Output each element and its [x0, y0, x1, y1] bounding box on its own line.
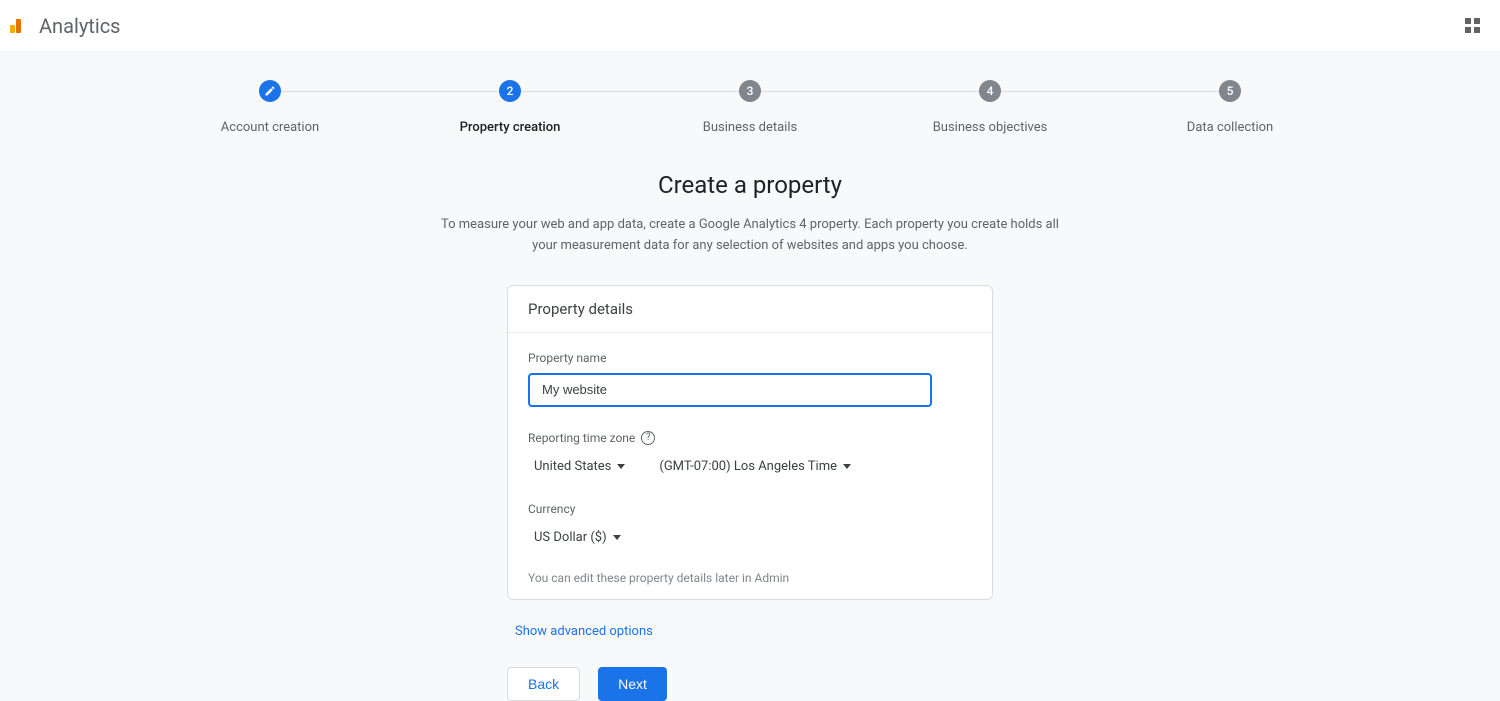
step-data-collection[interactable]: 5 Data collection	[1110, 80, 1350, 135]
show-advanced-options-link[interactable]: Show advanced options	[507, 618, 661, 645]
card-header: Property details	[508, 286, 992, 333]
timezone-row: United States (GMT-07:00) Los Angeles Ti…	[528, 455, 972, 478]
analytics-logo-icon	[10, 19, 21, 33]
step-business-details[interactable]: 3 Business details	[630, 80, 870, 135]
page-description: To measure your web and app data, create…	[430, 215, 1070, 257]
back-button[interactable]: Back	[507, 667, 580, 701]
card-hint: You can edit these property details late…	[528, 571, 972, 585]
apps-grid-icon[interactable]	[1465, 18, 1480, 33]
currency-row: US Dollar ($)	[528, 526, 972, 549]
main-content: Create a property To measure your web an…	[0, 135, 1500, 701]
page-title: Create a property	[0, 171, 1500, 199]
step-label: Property creation	[460, 120, 561, 135]
currency-value: US Dollar ($)	[534, 530, 607, 545]
step-label: Business objectives	[933, 120, 1048, 135]
step-label: Data collection	[1187, 120, 1273, 135]
step-label: Account creation	[221, 120, 319, 135]
app-header: Analytics	[0, 0, 1500, 52]
step-circle-pending: 5	[1219, 80, 1241, 102]
property-details-card: Property details Property name Reporting…	[507, 285, 993, 600]
step-business-objectives[interactable]: 4 Business objectives	[870, 80, 1110, 135]
timezone-country-dropdown[interactable]: United States	[528, 455, 631, 478]
header-left: Analytics	[8, 14, 121, 38]
currency-label: Currency	[528, 502, 972, 516]
property-name-label: Property name	[528, 351, 972, 365]
advanced-options-row: Show advanced options	[507, 618, 993, 645]
timezone-offset-dropdown[interactable]: (GMT-07:00) Los Angeles Time	[653, 455, 857, 478]
timezone-country-value: United States	[534, 459, 611, 474]
help-icon[interactable]: ?	[641, 431, 655, 445]
step-property-creation[interactable]: 2 Property creation	[390, 80, 630, 135]
step-circle-pending: 4	[979, 80, 1001, 102]
currency-dropdown[interactable]: US Dollar ($)	[528, 526, 627, 549]
edit-icon	[264, 85, 276, 97]
timezone-label-text: Reporting time zone	[528, 431, 635, 445]
step-circle-done	[259, 80, 281, 102]
chevron-down-icon	[613, 535, 621, 540]
next-button[interactable]: Next	[598, 667, 667, 701]
setup-stepper: Account creation 2 Property creation 3 B…	[0, 52, 1500, 135]
app-title: Analytics	[39, 14, 121, 38]
card-body: Property name Reporting time zone ? Unit…	[508, 333, 992, 599]
step-circle-active: 2	[499, 80, 521, 102]
timezone-offset-value: (GMT-07:00) Los Angeles Time	[659, 459, 837, 474]
property-name-input[interactable]	[528, 373, 932, 407]
step-account-creation[interactable]: Account creation	[150, 80, 390, 135]
timezone-label: Reporting time zone ?	[528, 431, 972, 445]
step-label: Business details	[703, 120, 797, 135]
chevron-down-icon	[843, 464, 851, 469]
chevron-down-icon	[617, 464, 625, 469]
wizard-buttons: Back Next	[507, 667, 993, 701]
step-circle-pending: 3	[739, 80, 761, 102]
